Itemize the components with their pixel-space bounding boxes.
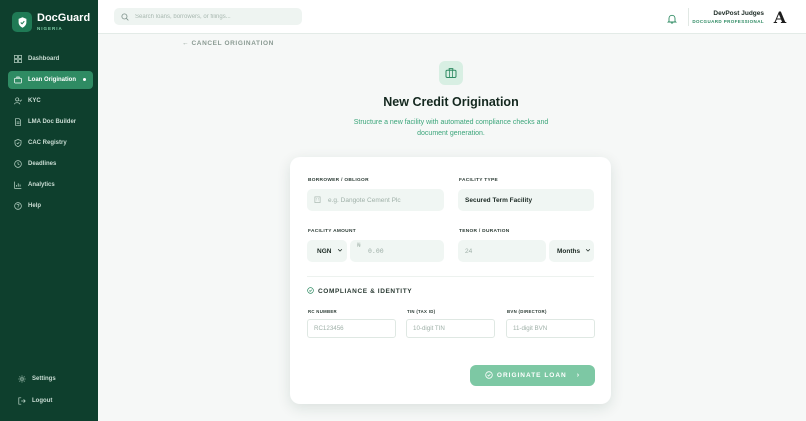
- tin-label: TIN (TAX ID): [407, 309, 436, 314]
- avatar[interactable]: A: [771, 8, 789, 27]
- sidebar-item-kyc[interactable]: KYC: [8, 92, 93, 110]
- sidebar-item-cac-registry[interactable]: CAC Registry: [8, 134, 93, 152]
- gear-icon: [17, 375, 26, 384]
- facility-type-value: Secured Term Facility: [465, 196, 533, 204]
- sidebar-item-label: Analytics: [28, 182, 55, 188]
- rc-number-field[interactable]: RC123456: [307, 319, 396, 338]
- originate-loan-button[interactable]: ORIGINATE LOAN ›: [470, 365, 595, 386]
- shield-check-icon: [13, 139, 22, 148]
- borrower-field[interactable]: e.g. Dangote Cement Plc: [307, 189, 444, 211]
- sidebar-item-label: LMA Doc Builder: [28, 119, 77, 125]
- logout-icon: [17, 397, 26, 406]
- sidebar-item-label: Dashboard: [28, 56, 60, 62]
- chevron-right-icon: ›: [576, 372, 581, 379]
- page-subtitle: Structure a new facility with automated …: [353, 119, 549, 137]
- briefcase-icon: [13, 76, 22, 85]
- sidebar-item-settings[interactable]: Settings: [12, 370, 92, 388]
- user-role: DOCGUARD PROFESSIONAL: [692, 19, 764, 24]
- page-title: New Credit Origination: [383, 95, 519, 109]
- sidebar-item-dashboard[interactable]: Dashboard: [8, 50, 93, 68]
- sidebar-item-label: KYC: [28, 98, 41, 104]
- sidebar-item-deadlines[interactable]: Deadlines: [8, 155, 93, 173]
- brand-logo[interactable]: DocGuard NIGERIA: [12, 12, 90, 32]
- user-check-icon: [13, 97, 22, 106]
- bell-icon[interactable]: [667, 11, 677, 24]
- search-box[interactable]: [114, 8, 302, 25]
- originate-loan-label: ORIGINATE LOAN: [496, 372, 567, 379]
- chevron-down-icon: [337, 247, 343, 255]
- sidebar-item-label: Help: [28, 203, 42, 209]
- active-indicator: [83, 78, 86, 81]
- tenor-placeholder: 24: [465, 247, 473, 255]
- bvn-placeholder: 11-digit BVN: [513, 325, 548, 332]
- sidebar-item-label: Loan Origination: [28, 77, 76, 83]
- borrower-placeholder: e.g. Dangote Cement Plc: [328, 196, 401, 204]
- bvn-field[interactable]: 11-digit BVN: [506, 319, 595, 338]
- facility-type-label: FACILITY TYPE: [459, 178, 498, 183]
- currency-select[interactable]: NGN: [307, 240, 347, 262]
- sidebar-item-label: Settings: [32, 376, 56, 382]
- tenor-unit-select[interactable]: Months: [549, 240, 594, 262]
- sidebar-item-label: Deadlines: [28, 161, 57, 167]
- sidebar-nav: Dashboard Loan Origination KYC LMA Doc B…: [8, 50, 93, 218]
- sidebar-item-label: CAC Registry: [28, 140, 67, 146]
- brand-name: DocGuard: [37, 12, 91, 24]
- sidebar-item-label: Logout: [32, 398, 53, 404]
- user-name: DevPost Judges: [713, 10, 764, 17]
- search-input[interactable]: [135, 13, 295, 20]
- chart-icon: [13, 181, 22, 190]
- origination-form: BORROWER / OBLIGOR e.g. Dangote Cement P…: [290, 157, 611, 404]
- clock-icon: [13, 160, 22, 169]
- amount-placeholder: 0.00: [368, 247, 384, 255]
- amount-field[interactable]: ₦ 0.00: [350, 240, 444, 262]
- check-circle-icon: [485, 370, 497, 381]
- sidebar-item-loan-origination[interactable]: Loan Origination: [8, 71, 93, 89]
- sidebar: DocGuard NIGERIA Dashboard Loan Originat…: [0, 0, 98, 421]
- user-info[interactable]: DevPost Judges DOCGUARD PROFESSIONAL: [692, 10, 764, 24]
- search-icon: [121, 8, 129, 26]
- sidebar-item-analytics[interactable]: Analytics: [8, 176, 93, 194]
- header-divider: [688, 8, 689, 26]
- sidebar-item-logout[interactable]: Logout: [12, 392, 92, 410]
- building-icon: [314, 196, 321, 205]
- rc-number-placeholder: RC123456: [314, 325, 344, 332]
- shield-logo-icon: [12, 12, 32, 32]
- chevron-down-icon: [585, 247, 591, 255]
- dashboard-icon: [13, 55, 22, 64]
- section-divider: [307, 276, 594, 277]
- facility-type-select[interactable]: Secured Term Facility: [458, 189, 594, 211]
- facility-amount-label: FACILITY AMOUNT: [308, 229, 356, 234]
- tenor-field[interactable]: 24: [458, 240, 546, 262]
- currency-value: NGN: [317, 247, 332, 255]
- cancel-origination-link[interactable]: ← CANCEL ORIGINATION: [182, 40, 274, 47]
- compliance-section-label: COMPLIANCE & IDENTITY: [318, 288, 413, 295]
- tin-field[interactable]: 10-digit TIN: [406, 319, 495, 338]
- sidebar-item-help[interactable]: Help: [8, 197, 93, 215]
- rc-number-label: RC NUMBER: [308, 309, 337, 314]
- briefcase-icon: [439, 61, 463, 85]
- brand-sub: NIGERIA: [37, 26, 63, 31]
- sidebar-item-lma-doc-builder[interactable]: LMA Doc Builder: [8, 113, 93, 131]
- naira-symbol: ₦: [357, 242, 361, 249]
- borrower-label: BORROWER / OBLIGOR: [308, 178, 369, 183]
- sidebar-bottom: Settings Logout: [12, 370, 92, 414]
- top-bar: DevPost Judges DOCGUARD PROFESSIONAL A: [98, 0, 806, 34]
- check-circle-icon: [307, 287, 318, 296]
- help-icon: [13, 202, 22, 211]
- document-icon: [13, 118, 22, 127]
- tin-placeholder: 10-digit TIN: [413, 325, 445, 332]
- compliance-section-title: COMPLIANCE & IDENTITY: [307, 287, 412, 296]
- tenor-label: TENOR / DURATION: [459, 229, 510, 234]
- bvn-label: BVN (DIRECTOR): [507, 309, 547, 314]
- tenor-unit-value: Months: [557, 247, 581, 255]
